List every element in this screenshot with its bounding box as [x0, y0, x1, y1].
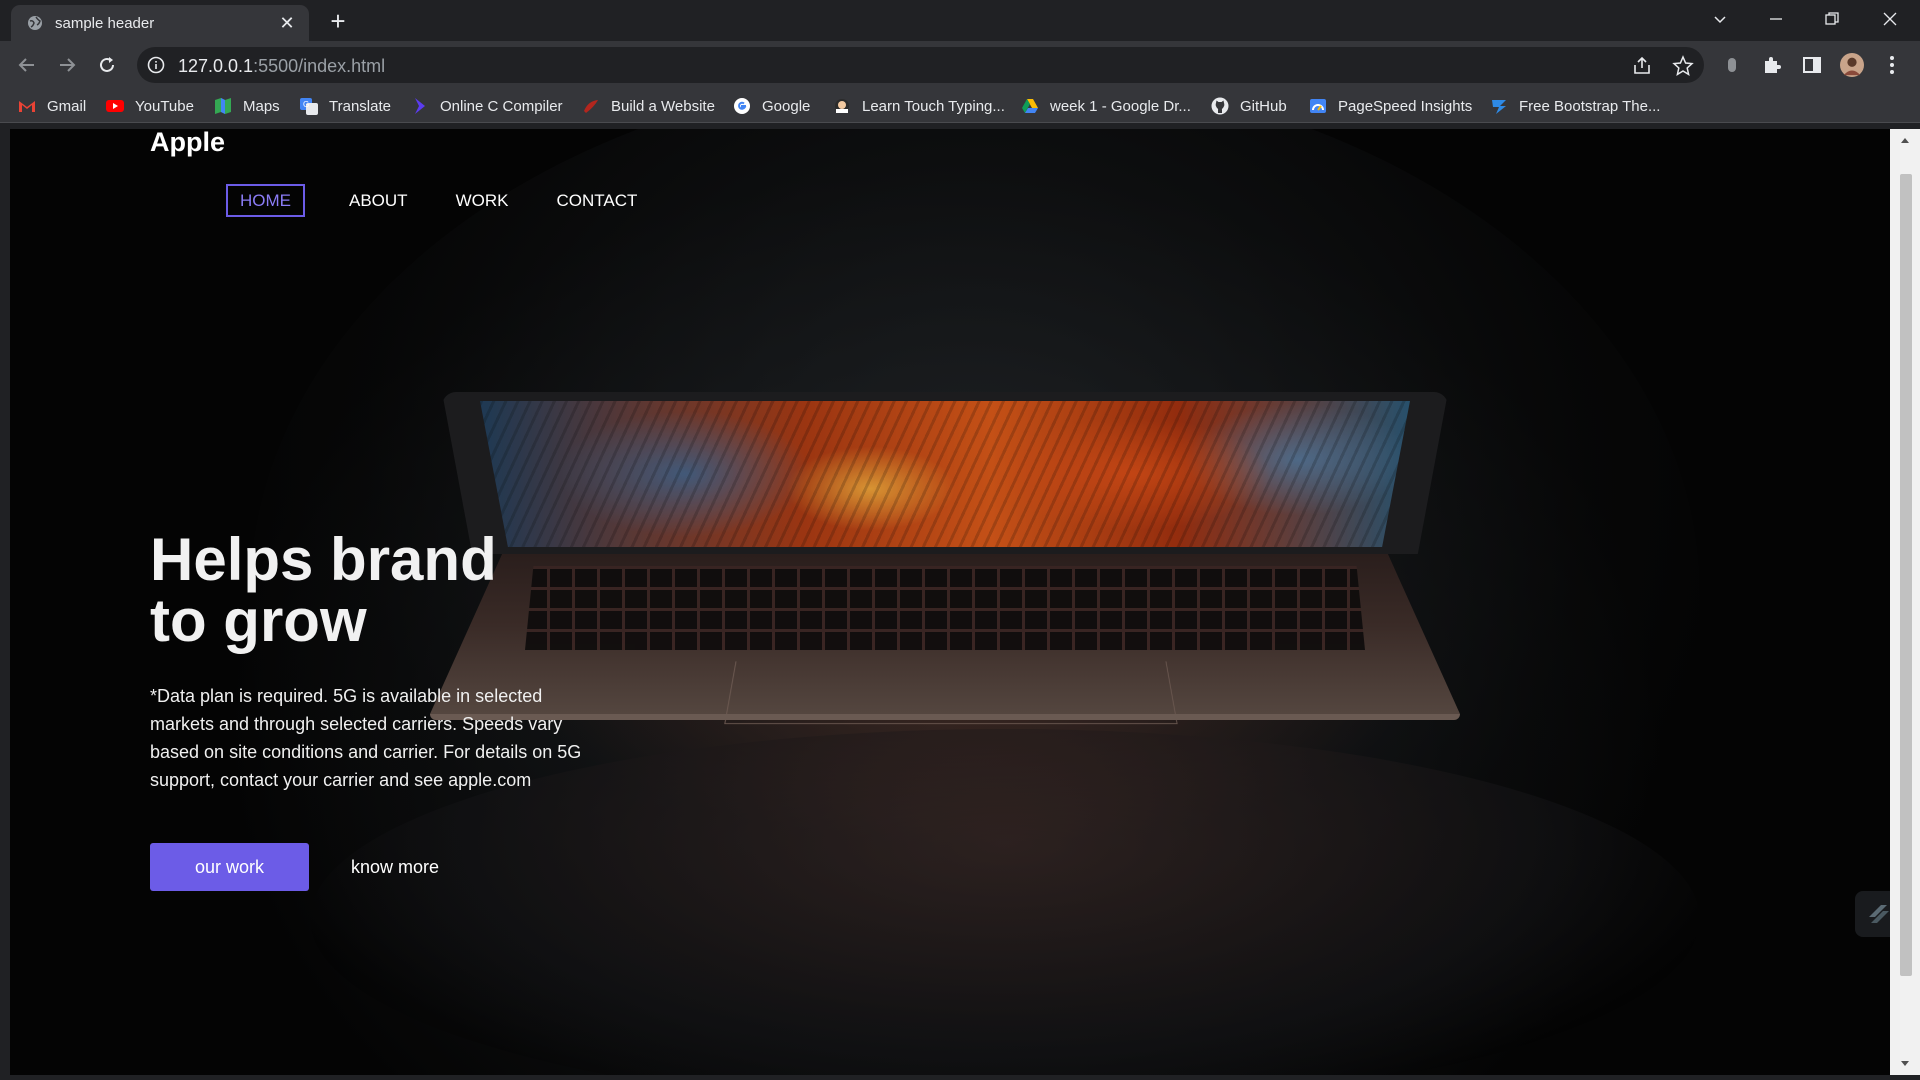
url-text[interactable]: 127.0.0.1:5500/index.html: [178, 56, 385, 77]
tab-strip: sample header ✕ +: [0, 0, 1920, 41]
bookmark-pagespeed-insights[interactable]: PageSpeed Insights: [1309, 95, 1472, 117]
bookmarks-bar: Gmail YouTube Maps G Translate Online C …: [0, 89, 1920, 123]
scroll-down-arrow-icon[interactable]: [1890, 1055, 1920, 1073]
bookmark-label: Gmail: [47, 97, 87, 115]
globe-icon: [28, 16, 42, 30]
browser-tab[interactable]: sample header ✕: [11, 5, 309, 41]
bookmark-learn-touch-typing[interactable]: Learn Touch Typing...: [833, 95, 1005, 117]
bookmark-star-icon[interactable]: [1672, 55, 1694, 77]
google-drive-icon: [1022, 99, 1038, 113]
bookmark-label: YouTube: [135, 97, 194, 115]
bookmark-label: Build a Website: [611, 97, 715, 115]
bookmark-google[interactable]: Google: [733, 95, 810, 117]
pagespeed-icon: [1310, 99, 1326, 113]
bookmark-label: Free Bootstrap The...: [1519, 97, 1661, 115]
restore-button[interactable]: [1804, 0, 1860, 38]
bookmark-google-drive[interactable]: week 1 - Google Dr...: [1021, 95, 1191, 117]
nav-about[interactable]: ABOUT: [349, 184, 408, 217]
know-more-link[interactable]: know more: [351, 843, 439, 891]
window-frame-left: [0, 123, 10, 1080]
compiler-icon: [415, 98, 425, 114]
bookmark-label: GitHub: [1240, 97, 1287, 115]
page-scrollbar[interactable]: [1890, 129, 1920, 1075]
page-viewport: Apple HOME ABOUT WORK CONTACT Helps bran…: [10, 129, 1890, 1075]
bookmark-youtube[interactable]: YouTube: [106, 95, 194, 117]
bookmark-build-a-website[interactable]: Build a Website: [582, 95, 715, 117]
bookmark-gmail[interactable]: Gmail: [18, 95, 86, 117]
google-icon: [734, 98, 750, 114]
scrollbar-thumb[interactable]: [1900, 174, 1912, 976]
tab-search-icon[interactable]: [1692, 0, 1748, 38]
bookmark-free-bootstrap-themes[interactable]: Free Bootstrap The...: [1490, 95, 1660, 117]
address-bar[interactable]: 127.0.0.1:5500/index.html: [137, 47, 1704, 83]
nav-work[interactable]: WORK: [456, 184, 509, 217]
avatar[interactable]: [1840, 53, 1864, 77]
main-nav: HOME ABOUT WORK CONTACT: [226, 184, 685, 217]
side-panel-icon[interactable]: [1800, 53, 1824, 77]
maps-icon: [215, 98, 231, 114]
bootstrap-icon: [1492, 100, 1506, 114]
github-icon: [1211, 97, 1229, 115]
typing-icon: [835, 99, 849, 113]
tab-close-icon[interactable]: ✕: [277, 13, 297, 33]
extension-icon[interactable]: [1720, 53, 1744, 77]
bookmark-label: Maps: [243, 97, 280, 115]
youtube-icon: [106, 100, 124, 112]
bookmark-label: Online C Compiler: [440, 97, 563, 115]
laptop-screen: [480, 401, 1410, 547]
tab-title: sample header: [55, 14, 155, 32]
hero-headline: Helps brand to grow: [150, 526, 497, 654]
svg-text:G: G: [303, 100, 309, 109]
bookmark-label: week 1 - Google Dr...: [1050, 97, 1191, 115]
bookmark-online-c-compiler[interactable]: Online C Compiler: [411, 95, 563, 117]
bookmark-label: Translate: [329, 97, 391, 115]
bookmark-maps[interactable]: Maps: [214, 95, 280, 117]
forward-button[interactable]: [51, 49, 83, 81]
gmail-icon: [19, 101, 35, 112]
close-window-button[interactable]: [1862, 0, 1918, 38]
browser-toolbar: 127.0.0.1:5500/index.html: [0, 41, 1920, 89]
share-icon[interactable]: [1631, 55, 1653, 77]
site-info-icon[interactable]: [147, 56, 165, 74]
bookmark-label: Google: [762, 97, 811, 115]
bookmark-translate[interactable]: G Translate: [300, 95, 391, 117]
site-logo[interactable]: Apple: [150, 129, 225, 158]
window-frame-bottom: [0, 1075, 1920, 1080]
website-builder-icon: [584, 100, 598, 113]
nav-contact[interactable]: CONTACT: [556, 184, 637, 217]
menu-kebab-icon[interactable]: [1880, 53, 1904, 77]
scroll-up-arrow-icon[interactable]: [1890, 131, 1920, 149]
url-host: 127.0.0.1: [178, 56, 254, 76]
hero-description: *Data plan is required. 5G is available …: [150, 686, 582, 790]
back-button[interactable]: [11, 49, 43, 81]
floating-widget-button[interactable]: [1855, 891, 1890, 937]
reload-button[interactable]: [91, 49, 123, 81]
bookmark-label: PageSpeed Insights: [1338, 97, 1473, 115]
laptop-keyboard: [525, 566, 1365, 650]
extensions-puzzle-icon[interactable]: [1760, 53, 1784, 77]
new-tab-button[interactable]: +: [324, 7, 352, 35]
minimize-button[interactable]: [1748, 0, 1804, 38]
translate-icon: G: [300, 98, 318, 115]
url-path: :5500/index.html: [253, 56, 386, 76]
bookmark-github[interactable]: GitHub: [1211, 95, 1287, 117]
nav-home[interactable]: HOME: [226, 184, 305, 217]
widget-logo-icon: [1869, 905, 1889, 923]
our-work-button[interactable]: our work: [150, 843, 309, 891]
bookmark-label: Learn Touch Typing...: [862, 97, 1005, 115]
